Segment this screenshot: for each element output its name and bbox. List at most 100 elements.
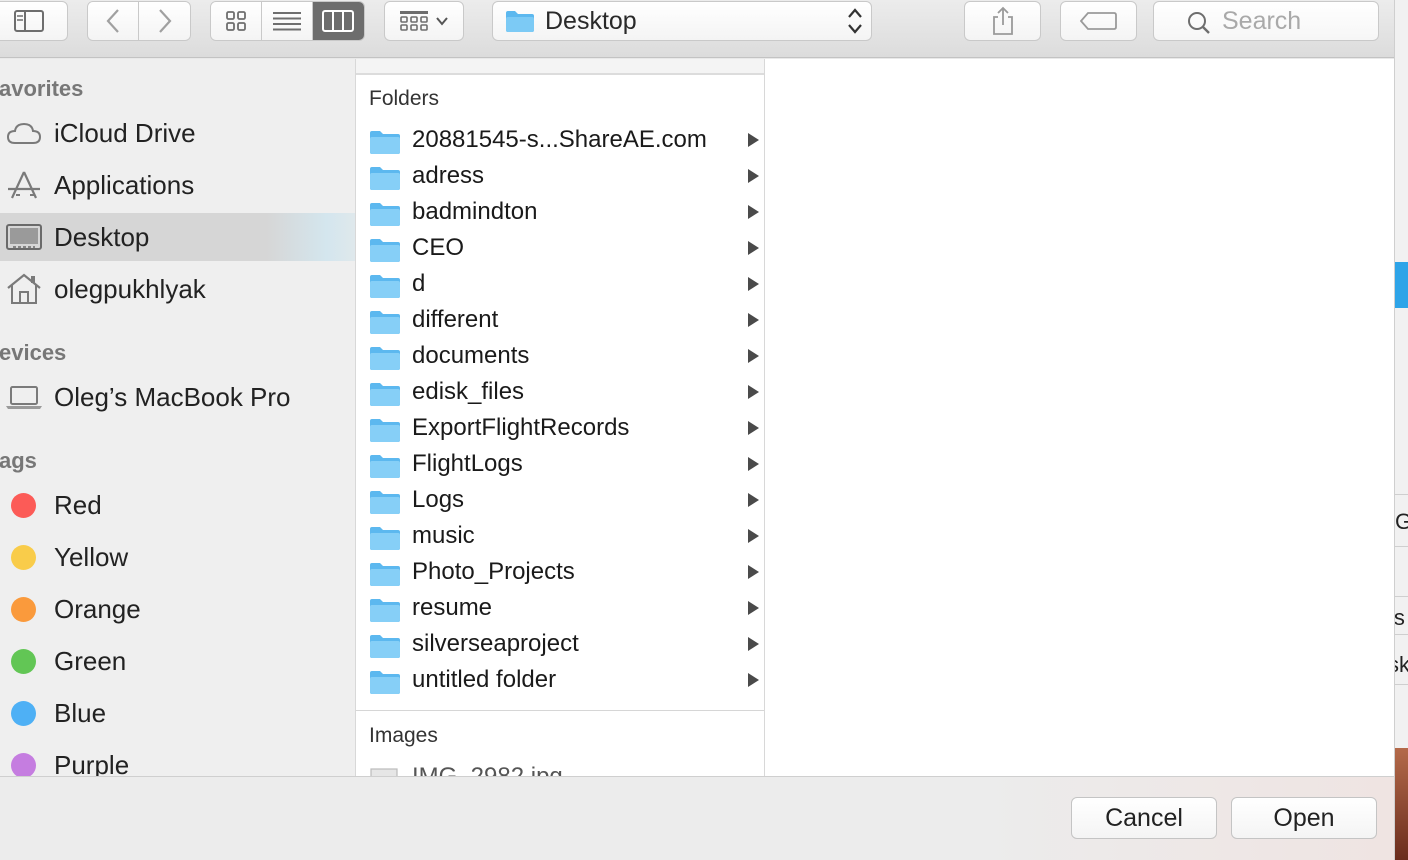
folder-row[interactable]: badmindton (356, 195, 764, 231)
sidebar-item-tag-yellow[interactable]: Yellow (0, 533, 355, 581)
column-header-strip (356, 59, 764, 75)
background-text: sk (1395, 652, 1408, 678)
folder-row[interactable]: untitled folder (356, 663, 764, 699)
folder-row[interactable]: adress (356, 159, 764, 195)
disclosure-arrow-icon (748, 601, 759, 615)
tag-color-dot (11, 597, 36, 622)
folder-icon (370, 311, 400, 334)
sidebar-item-home[interactable]: olegpukhlyak (0, 265, 355, 313)
disclosure-arrow-icon (748, 205, 759, 219)
sidebar-item-label: Yellow (54, 541, 129, 572)
home-icon (7, 273, 41, 304)
folder-name: silverseaproject (412, 630, 579, 657)
folder-row[interactable]: documents (356, 339, 764, 375)
sidebar-item-icloud-drive[interactable]: iCloud Drive (0, 109, 355, 157)
sidebar-item-label: Desktop (54, 221, 150, 252)
folder-icon (370, 383, 400, 406)
file-column[interactable]: Folders 20881545-s...ShareAE.com adress ba… (355, 59, 765, 776)
folder-row[interactable]: resume (356, 591, 764, 627)
sidebar-item-label: Red (54, 489, 102, 520)
location-label: Desktop (545, 6, 637, 35)
search-input[interactable] (1222, 6, 1382, 36)
folder-row[interactable]: 20881545-s...ShareAE.com (356, 123, 764, 159)
location-popup[interactable]: Desktop (492, 1, 872, 41)
sidebar-item-macbook-pro[interactable]: Oleg’s MacBook Pro (0, 373, 355, 421)
file-name: IMG_2982.jpg (412, 763, 563, 776)
sidebar-item-label: Purple (54, 749, 130, 777)
disclosure-arrow-icon (748, 385, 759, 399)
sidebar-item-tag-blue[interactable]: Blue (0, 689, 355, 737)
disclosure-arrow-icon (748, 493, 759, 507)
folder-row[interactable]: FlightLogs (356, 447, 764, 483)
disclosure-arrow-icon (748, 241, 759, 255)
folder-icon (506, 11, 534, 32)
folder-name: untitled folder (412, 666, 557, 693)
folder-icon (370, 347, 400, 370)
forward-button[interactable] (139, 2, 190, 40)
folder-icon (370, 599, 400, 622)
folder-row[interactable]: Photo_Projects (356, 555, 764, 591)
folder-name: documents (412, 342, 530, 369)
folder-icon (370, 455, 400, 478)
folder-name: ExportFlightRecords (412, 414, 630, 441)
folders-section-header: Folders (369, 87, 440, 110)
folder-name: music (412, 522, 475, 549)
sidebar-item-applications[interactable]: Applications (0, 161, 355, 209)
open-button[interactable]: Open (1231, 797, 1377, 839)
list-icon (273, 12, 301, 31)
folder-row[interactable]: different (356, 303, 764, 339)
sidebar-item-tag-green[interactable]: Green (0, 637, 355, 685)
folder-icon (370, 131, 400, 154)
background-text: is (1394, 605, 1405, 630)
sidebar-item-tag-orange[interactable]: Orange (0, 585, 355, 633)
share-icon (992, 6, 1013, 35)
sidebar-item-label: olegpukhlyak (54, 273, 206, 304)
sidebar-icon (14, 10, 44, 32)
folder-name: different (412, 306, 499, 333)
group-by-button[interactable] (384, 1, 464, 41)
search-field[interactable] (1153, 1, 1382, 41)
devices-header: evices (0, 340, 67, 365)
image-file-icon (370, 768, 398, 776)
background-divider (1395, 546, 1408, 547)
disclosure-arrow-icon (748, 133, 759, 147)
folder-icon (370, 635, 400, 658)
file-row[interactable]: IMG_2982.jpg (356, 759, 764, 776)
applications-icon (8, 171, 40, 199)
tag-button[interactable] (1060, 1, 1137, 41)
folder-row[interactable]: silverseaproject (356, 627, 764, 663)
desktop-icon (6, 224, 42, 250)
sidebar-item-tag-purple[interactable]: Purple (0, 741, 355, 776)
sidebar-item-desktop[interactable]: Desktop (0, 213, 355, 261)
disclosure-arrow-icon (748, 421, 759, 435)
folder-row[interactable]: edisk_files (356, 375, 764, 411)
share-button[interactable] (964, 1, 1041, 41)
favorites-header: avorites (0, 76, 84, 101)
background-highlight (1395, 262, 1408, 308)
folder-row[interactable]: ExportFlightRecords (356, 411, 764, 447)
folder-row[interactable]: music (356, 519, 764, 555)
folder-name: d (412, 270, 426, 297)
folder-icon (370, 203, 400, 226)
sidebar-toggle-button[interactable] (0, 1, 68, 41)
back-button[interactable] (88, 2, 140, 40)
folder-row[interactable]: Logs (356, 483, 764, 519)
folder-icon (370, 527, 400, 550)
list-view-button[interactable] (262, 2, 313, 40)
icon-view-button[interactable] (211, 2, 263, 40)
folder-name: CEO (412, 234, 465, 261)
sidebar-item-label: Oleg’s MacBook Pro (54, 381, 291, 412)
disclosure-arrow-icon (748, 529, 759, 543)
sidebar-item-label: Green (54, 645, 127, 676)
cancel-button[interactable]: Cancel (1071, 797, 1217, 839)
sidebar: avorites iCloud Drive Applications Deskt… (0, 59, 355, 776)
chevron-right-icon (158, 9, 171, 33)
chevron-left-icon (106, 9, 119, 33)
tag-color-dot (11, 545, 36, 570)
columns-icon (322, 10, 355, 32)
folder-name: FlightLogs (412, 450, 523, 477)
folder-row[interactable]: CEO (356, 231, 764, 267)
column-view-button[interactable] (312, 2, 364, 40)
sidebar-item-tag-red[interactable]: Red (0, 481, 355, 529)
folder-row[interactable]: d (356, 267, 764, 303)
